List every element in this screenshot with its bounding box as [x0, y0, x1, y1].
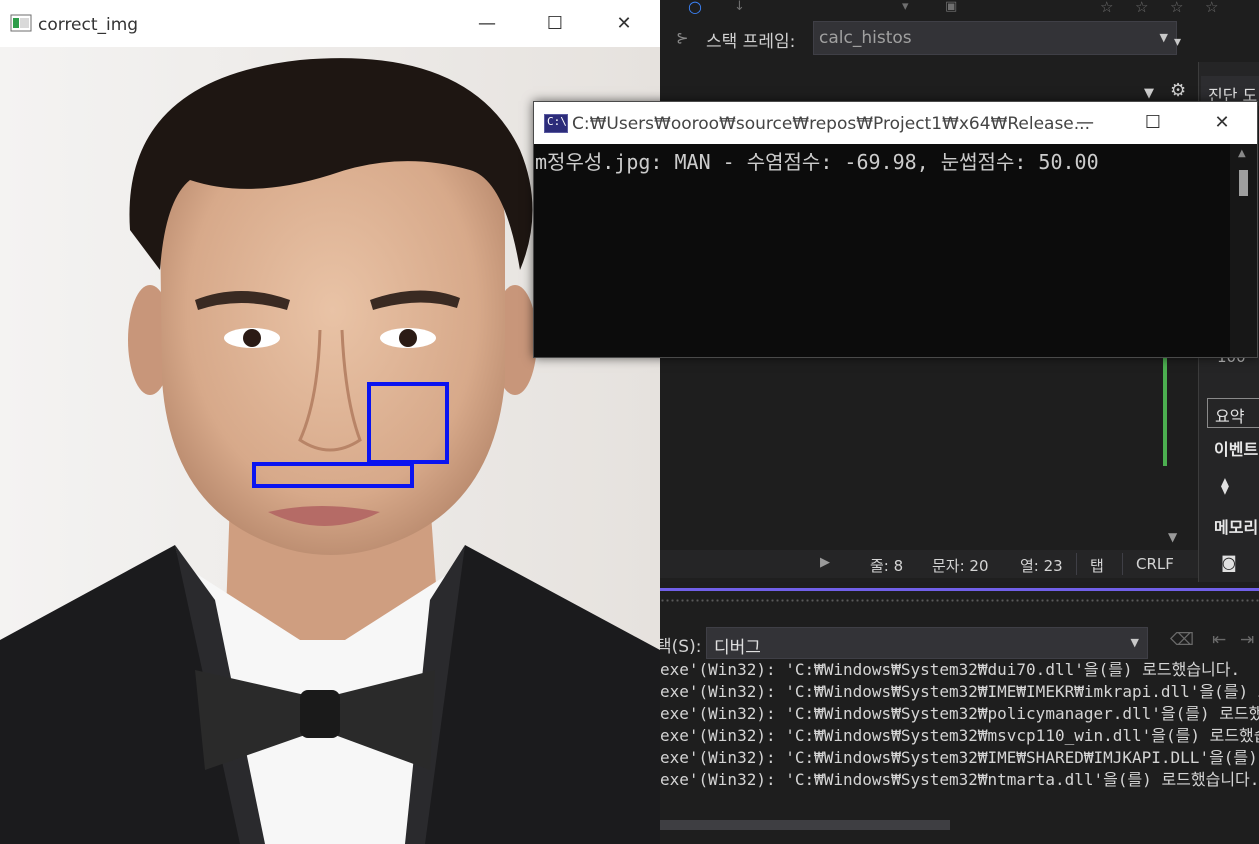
stack-frame-label: 스택 프레임:	[706, 32, 796, 52]
output-source-label: 택(S):	[656, 637, 702, 657]
gear-icon[interactable]: ⚙	[1170, 80, 1186, 101]
camera-icon[interactable]: ◙	[1221, 553, 1237, 572]
image-window-titlebar[interactable]: correct_img — ☐ ✕	[0, 0, 660, 47]
log-line: exe'(Win32): 'C:₩Windows₩System32₩IME₩IM…	[660, 682, 1259, 701]
scroll-right-icon[interactable]: ▶	[820, 555, 830, 570]
image-window-title: correct_img	[38, 15, 139, 35]
scroll-up-icon[interactable]: ▲	[1238, 148, 1246, 159]
vertical-scrollbar[interactable]: ▲	[1230, 144, 1257, 357]
panel-splitter[interactable]	[660, 582, 1259, 612]
log-line: exe'(Win32): 'C:₩Windows₩System32₩msvcp1…	[660, 726, 1259, 745]
status-tab[interactable]: 탭	[1090, 555, 1104, 576]
close-button[interactable]: ✕	[1199, 105, 1245, 141]
vs-top-toolbar: ○ ↓ ▾ ▣ ☆ ☆ ☆ ☆	[660, 0, 1259, 18]
chevron-down-icon[interactable]: ▼	[1131, 636, 1139, 649]
console-icon-text: C:\	[547, 115, 567, 128]
app-icon	[10, 14, 32, 32]
log-line: exe'(Win32): 'C:₩Windows₩System32₩ntmart…	[660, 770, 1259, 789]
step-into-icon[interactable]: ↓	[734, 0, 745, 14]
bookmark-next-icon[interactable]: ☆	[1170, 0, 1183, 15]
close-button[interactable]: ✕	[601, 6, 647, 42]
bookmark-icon[interactable]: ☆	[1100, 0, 1113, 15]
minimize-button[interactable]: —	[1062, 105, 1108, 141]
editor-status-bar: ▶ 줄: 8 문자: 20 열: 23 탭 CRLF	[660, 550, 1198, 578]
panel-dropdown-icon[interactable]: ▼	[1144, 86, 1154, 101]
bookmark-clear-icon[interactable]: ☆	[1205, 0, 1218, 15]
find-prev-icon[interactable]: ⇤	[1212, 630, 1226, 650]
status-divider	[1076, 553, 1077, 575]
stack-frame-value: calc_histos	[819, 28, 912, 48]
status-line[interactable]: 줄: 8	[870, 555, 903, 576]
refresh-icon[interactable]: ○	[688, 0, 702, 15]
console-window[interactable]: C:\ C:₩Users₩ooroo₩source₩repos₩Project1…	[533, 101, 1258, 358]
status-col[interactable]: 열: 23	[1020, 555, 1063, 576]
console-title: C:₩Users₩ooroo₩source₩repos₩Project1₩x64…	[572, 114, 1090, 134]
maximize-button[interactable]: ☐	[1130, 105, 1176, 141]
events-icon[interactable]: ⧫	[1221, 476, 1229, 495]
maximize-button[interactable]: ☐	[532, 6, 578, 42]
clear-all-icon[interactable]: ⌫	[1170, 630, 1194, 650]
console-output-text: m정우성.jpg: MAN - 수염점수: -69.98, 눈썹점수: 50.0…	[535, 150, 1099, 174]
horizontal-scrollbar[interactable]	[660, 820, 950, 830]
dropdown-icon[interactable]: ▾	[902, 0, 909, 14]
scrollbar-thumb[interactable]	[1239, 170, 1248, 196]
output-source-combo[interactable]: 디버그 ▼	[706, 627, 1148, 659]
output-source-value: 디버그	[714, 638, 761, 658]
log-line: exe'(Win32): 'C:₩Windows₩System32₩IME₩SH…	[660, 748, 1259, 767]
log-line: exe'(Win32): 'C:₩Windows₩System32₩dui70.…	[660, 660, 1241, 679]
minimize-button[interactable]: —	[464, 6, 510, 42]
bookmark-prev-icon[interactable]: ☆	[1135, 0, 1148, 15]
vs-debug-location-toolbar: ⊱ 스택 프레임: calc_histos ▼ ▾	[660, 18, 1259, 62]
find-next-icon[interactable]: ⇥	[1240, 630, 1254, 650]
active-panel-accent	[660, 588, 1259, 591]
chevron-down-icon[interactable]: ▼	[1160, 31, 1168, 44]
status-eol[interactable]: CRLF	[1136, 555, 1174, 573]
change-indicator-bar	[1163, 354, 1167, 466]
summary-tab[interactable]: 요약	[1207, 398, 1259, 428]
summary-tab-label: 요약	[1215, 407, 1245, 426]
stack-frame-icon: ⊱	[676, 29, 689, 47]
log-line: exe'(Win32): 'C:₩Windows₩System32₩policy…	[660, 704, 1259, 723]
scroll-down-icon[interactable]: ▼	[1168, 530, 1177, 544]
dock-grip[interactable]	[660, 598, 1259, 604]
screenshot-icon[interactable]: ▣	[945, 0, 957, 14]
stack-frame-combo[interactable]: calc_histos ▼	[813, 21, 1177, 55]
status-char[interactable]: 문자: 20	[932, 555, 989, 576]
console-titlebar[interactable]: C:\ C:₩Users₩ooroo₩source₩repos₩Project1…	[534, 102, 1257, 144]
memory-heading: 메모리	[1214, 518, 1259, 537]
status-divider	[1122, 553, 1123, 575]
toolbar-overflow-icon[interactable]: ▾	[1174, 34, 1181, 50]
console-app-icon: C:\	[544, 114, 568, 133]
events-heading: 이벤트	[1214, 440, 1259, 459]
console-output-area[interactable]: m정우성.jpg: MAN - 수염점수: -69.98, 눈썹점수: 50.0…	[534, 144, 1230, 357]
